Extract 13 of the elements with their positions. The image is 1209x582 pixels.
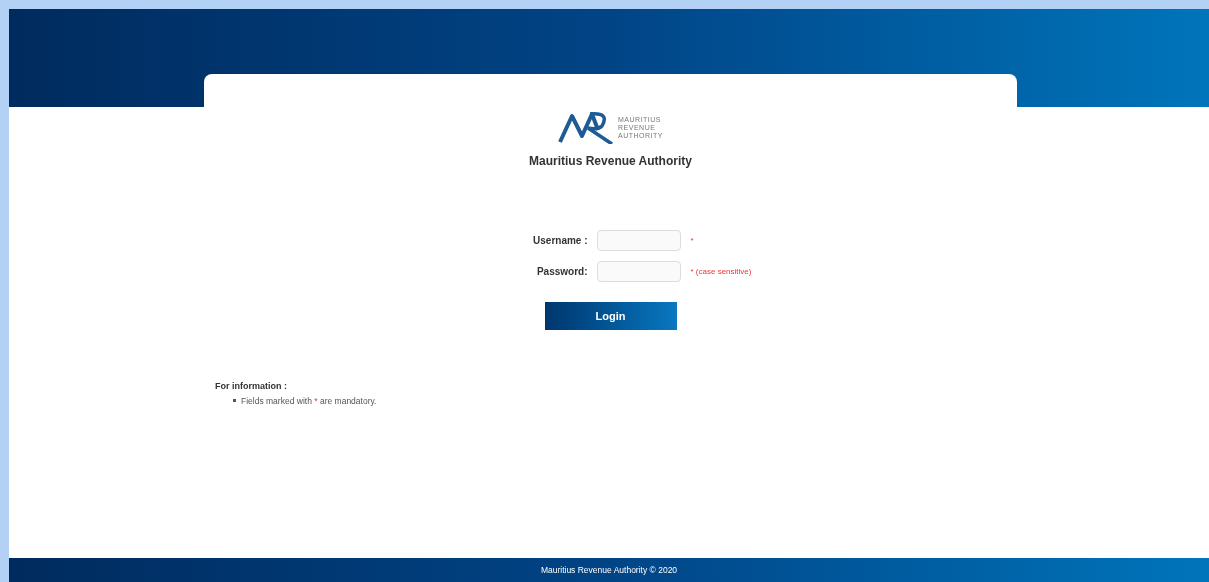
- password-field[interactable]: [596, 261, 681, 282]
- field-label: Password:: [535, 265, 588, 279]
- required-note: *: [690, 234, 694, 247]
- required-note: * (case sensitive): [690, 265, 752, 278]
- info-text: Fields marked with * are mandatory.: [241, 394, 377, 408]
- field-label: Username :: [532, 234, 588, 248]
- info-heading: For information :: [215, 380, 288, 393]
- login-button[interactable]: Login: [544, 302, 677, 330]
- logo-mark-icon: [558, 110, 616, 144]
- username-field[interactable]: [596, 230, 681, 251]
- site-title: Mauritius Revenue Authority: [529, 153, 692, 170]
- footer-text: Mauritius Revenue Authority © 2020: [540, 563, 678, 577]
- bullet-icon: [233, 399, 236, 403]
